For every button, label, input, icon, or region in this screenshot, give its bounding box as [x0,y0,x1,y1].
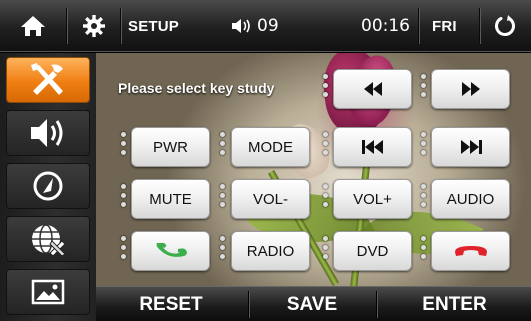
drag-dots [421,236,426,260]
save-button[interactable]: SAVE [250,287,374,321]
fast-forward-key[interactable] [431,69,510,109]
return-icon [495,15,515,36]
phone-hangup-icon [454,246,487,256]
pwr-key[interactable]: PWR [131,127,210,167]
vol-up-key[interactable]: VOL+ [333,179,412,219]
gauge-icon [33,171,63,201]
globe-tools-icon [32,224,66,257]
phone-answer-icon [156,243,187,257]
drag-dots [323,184,328,208]
sidebar-item-picture[interactable] [6,269,90,315]
instruction-text: Please select key study [118,80,275,96]
rewind-icon [363,82,382,96]
clock-time: 00:16 [361,16,410,36]
drag-dots [121,184,126,208]
drag-dots [421,184,426,208]
home-icon [21,16,45,36]
drag-dots [220,132,225,156]
fast-forward-icon [461,82,480,96]
gear-icon [83,15,105,37]
mode-key[interactable]: MODE [231,127,310,167]
drag-dots [220,236,225,260]
sidebar-item-steering[interactable] [6,163,90,209]
speaker-icon [31,119,63,147]
home-button[interactable] [18,0,48,52]
sidebar [0,53,96,321]
back-button[interactable] [492,0,518,52]
action-bar: RESET SAVE ENTER [96,286,531,321]
rewind-key[interactable] [333,69,412,109]
day-of-week: FRI [432,17,457,35]
reset-button[interactable]: RESET [96,287,246,321]
next-track-key[interactable] [431,127,510,167]
sidebar-item-tools[interactable] [6,57,90,103]
dvd-key[interactable]: DVD [333,231,412,271]
call-hangup-key[interactable] [431,231,510,271]
drag-dots [323,74,328,98]
drag-dots [323,132,328,156]
status-bar: SETUP 09 00:16 FRI [0,0,531,52]
sidebar-item-navigation[interactable] [6,216,90,262]
previous-track-icon [361,140,383,154]
drag-dots [323,236,328,260]
enter-button[interactable]: ENTER [378,287,531,321]
drag-dots [121,132,126,156]
settings-button[interactable] [80,0,108,52]
drag-dots [220,184,225,208]
drag-dots [421,74,426,98]
mute-key[interactable]: MUTE [131,179,210,219]
drag-dots [421,132,426,156]
page-title: SETUP [128,17,180,35]
picture-icon [31,279,65,305]
audio-key[interactable]: AUDIO [431,179,510,219]
next-track-icon [460,140,482,154]
speaker-icon [232,19,250,33]
sidebar-item-sound[interactable] [6,110,90,156]
radio-key[interactable]: RADIO [231,231,310,271]
volume-indicator[interactable]: 09 [231,0,279,52]
call-answer-key[interactable] [131,231,210,271]
vol-down-key[interactable]: VOL- [231,179,310,219]
volume-level: 09 [257,16,279,36]
drag-dots [121,236,126,260]
previous-track-key[interactable] [333,127,412,167]
key-study-panel: Please select key study PWR MODE MUTE VO… [96,53,531,286]
tools-icon [31,63,63,95]
